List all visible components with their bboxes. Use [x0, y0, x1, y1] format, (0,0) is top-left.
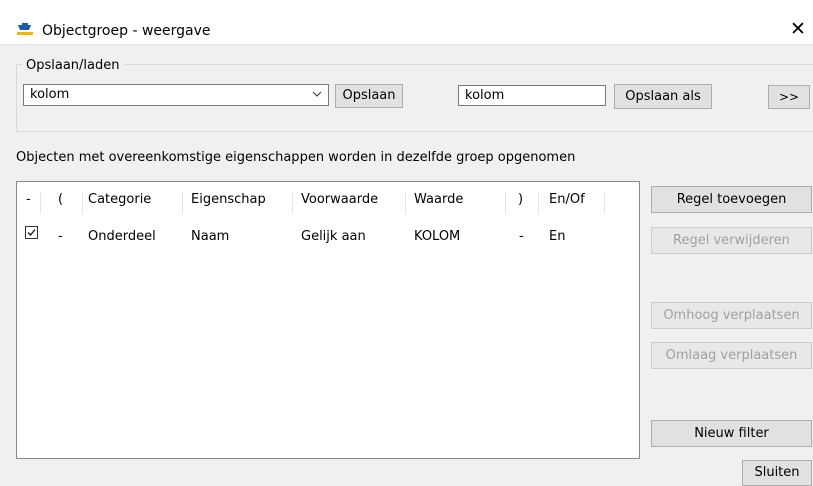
save-load-legend: Opslaan/laden	[22, 58, 124, 73]
cell-categorie: Onderdeel	[88, 229, 156, 244]
cell-eigenschap: Naam	[191, 229, 230, 244]
window-title: Objectgroep - weergave	[42, 23, 211, 39]
cell-en-of: En	[549, 229, 566, 244]
column-header-eigenschap[interactable]: Eigenschap	[183, 192, 293, 214]
title-bar: Objectgroep - weergave ✕	[0, 0, 813, 45]
column-header-en-of[interactable]: En/Of	[539, 192, 605, 214]
close-icon[interactable]: ✕	[790, 18, 806, 40]
checkmark-icon	[27, 229, 36, 236]
description-text: Objecten met overeenkomstige eigenschapp…	[16, 150, 576, 165]
more-button[interactable]: >>	[768, 85, 810, 109]
rules-list[interactable]: - ( Categorie Eigenschap Voorwaarde Waar…	[16, 181, 640, 459]
move-up-button[interactable]: Omhoog verplaatsen	[651, 302, 812, 329]
app-icon	[17, 23, 33, 35]
cell-voorwaarde: Gelijk aan	[301, 229, 366, 244]
cell-close-paren: -	[519, 229, 524, 244]
column-header-categorie[interactable]: Categorie	[83, 192, 183, 214]
add-rule-button[interactable]: Regel toevoegen	[651, 186, 812, 213]
column-header-waarde[interactable]: Waarde	[406, 192, 506, 214]
row-checkbox[interactable]	[25, 226, 38, 239]
preset-dropdown[interactable]: kolom	[23, 84, 329, 106]
chevron-down-icon	[312, 91, 322, 97]
column-header-close-paren[interactable]: )	[506, 192, 539, 214]
save-button[interactable]: Opslaan	[335, 84, 403, 108]
move-down-button[interactable]: Omlaag verplaatsen	[651, 342, 812, 369]
column-header-voorwaarde[interactable]: Voorwaarde	[293, 192, 406, 214]
remove-rule-button[interactable]: Regel verwijderen	[651, 227, 812, 254]
preset-name-input[interactable]: kolom	[458, 85, 606, 106]
close-button[interactable]: Sluiten	[742, 460, 812, 486]
preset-name-value: kolom	[465, 88, 505, 103]
cell-open-paren: -	[58, 229, 63, 244]
column-header-dash[interactable]: -	[17, 192, 41, 214]
cell-waarde: KOLOM	[414, 229, 461, 244]
column-header-open-paren[interactable]: (	[41, 192, 83, 214]
preset-dropdown-value: kolom	[30, 87, 70, 102]
new-filter-button[interactable]: Nieuw filter	[651, 420, 812, 447]
save-as-button[interactable]: Opslaan als	[614, 84, 712, 109]
